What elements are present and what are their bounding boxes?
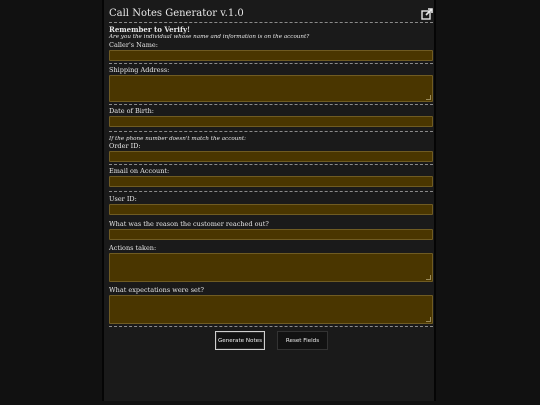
divider	[109, 191, 433, 192]
expectations-label: What expectations were set?	[109, 286, 204, 294]
external-link-icon[interactable]	[421, 7, 433, 20]
expectations-textarea[interactable]	[109, 295, 433, 324]
generate-notes-button[interactable]: Generate Notes	[215, 331, 265, 350]
call-notes-panel: Call Notes Generator v.1.0 Remember to V…	[102, 0, 436, 401]
reason-input[interactable]	[109, 229, 433, 240]
resize-grip[interactable]	[426, 317, 431, 322]
order-id-input[interactable]	[109, 151, 433, 162]
divider	[109, 63, 433, 64]
actions-taken-label: Actions taken:	[109, 244, 157, 252]
caller-name-input[interactable]	[109, 50, 433, 61]
verify-heading: Remember to Verify!	[109, 25, 191, 34]
reason-label: What was the reason the customer reached…	[109, 220, 269, 228]
divider	[109, 131, 433, 132]
user-id-label: User ID:	[109, 195, 137, 203]
shipping-address-label: Shipping Address:	[109, 66, 170, 74]
shipping-address-textarea[interactable]	[109, 75, 433, 102]
header: Call Notes Generator v.1.0	[109, 5, 433, 22]
divider	[109, 104, 433, 105]
date-of-birth-input[interactable]	[109, 116, 433, 127]
order-id-label: Order ID:	[109, 142, 141, 150]
reset-fields-button[interactable]: Reset Fields	[277, 331, 328, 350]
user-id-input[interactable]	[109, 204, 433, 215]
divider	[109, 326, 433, 327]
email-on-account-label: Email on Account:	[109, 167, 170, 175]
divider	[109, 164, 433, 165]
resize-grip[interactable]	[426, 275, 431, 280]
verify-subtext: Are you the individual whose name and in…	[109, 34, 310, 40]
app-title: Call Notes Generator v.1.0	[109, 8, 244, 19]
resize-grip[interactable]	[426, 95, 431, 100]
actions-taken-textarea[interactable]	[109, 253, 433, 282]
date-of-birth-label: Date of Birth:	[109, 107, 154, 115]
divider	[109, 22, 433, 23]
email-on-account-input[interactable]	[109, 176, 433, 187]
caller-name-label: Caller's Name:	[109, 41, 158, 49]
